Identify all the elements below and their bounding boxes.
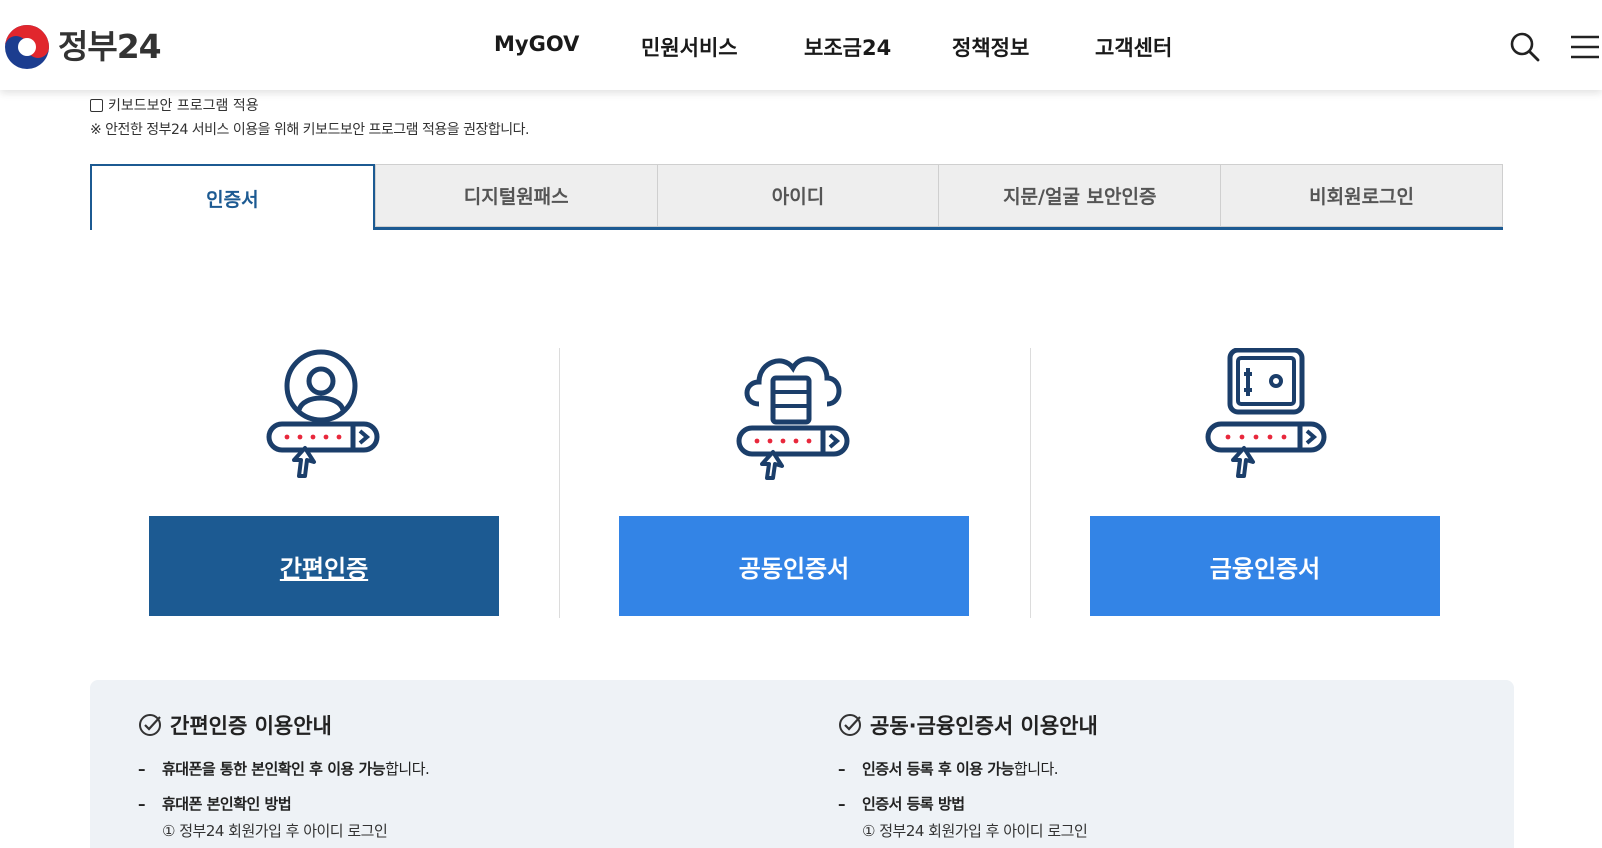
dash-icon: –	[838, 794, 846, 813]
user-login-icon	[266, 349, 380, 478]
joint-cert-button[interactable]: 공동인증서	[619, 516, 969, 616]
cert-cards: 간편인증 공동인증서 금융인증서	[90, 348, 1503, 618]
info-sub-item: ① 정부24 회원가입 후 아이디 로그인	[162, 822, 388, 840]
tab-digital-onepass[interactable]: 디지털원패스	[374, 164, 657, 227]
financial-cert-label: 금융인증서	[1209, 554, 1321, 583]
main-nav: MyGOV 민원서비스 보조금24 정책정보 고객센터	[0, 0, 1602, 90]
info-item-bold: 인증서 등록 후 이용 가능	[862, 760, 1014, 778]
keyboard-security-label: 키보드보안 프로그램 적용	[108, 98, 259, 114]
info-item: – 휴대폰을 통한 본인확인 후 이용 가능 합니다.	[138, 758, 430, 779]
cert-info: 공동·금융인증서 이용안내 – 인증서 등록 후 이용 가능 합니다. – 인증…	[838, 710, 1098, 841]
info-item-bold: 휴대폰 본인확인 방법	[162, 795, 292, 813]
safe-login-icon	[1205, 348, 1327, 478]
nav-subsidy24[interactable]: 보조금24	[804, 32, 891, 62]
simple-auth-card: 간편인증	[90, 348, 560, 618]
cloud-server-login-icon	[736, 356, 850, 480]
usage-info-box: 간편인증 이용안내 – 휴대폰을 통한 본인확인 후 이용 가능 합니다. – …	[90, 680, 1514, 848]
simple-auth-label: 간편인증	[279, 554, 369, 583]
info-item-bold: 휴대폰을 통한 본인확인 후 이용 가능	[162, 760, 386, 778]
info-item: – 인증서 등록 후 이용 가능 합니다.	[838, 758, 1098, 779]
info-item: – 인증서 등록 방법	[838, 793, 1098, 814]
dash-icon: –	[838, 759, 846, 778]
cert-info-title-text: 공동·금융인증서 이용안내	[870, 714, 1098, 738]
financial-cert-button[interactable]: 금융인증서	[1090, 516, 1440, 616]
site-header: 정부24 MyGOV 민원서비스 보조금24 정책정보 고객센터	[0, 0, 1602, 90]
financial-cert-card: 금융인증서	[1031, 348, 1501, 618]
keyboard-security-row: 키보드보안 프로그램 적용	[90, 95, 259, 115]
info-item-bold: 인증서 등록 방법	[862, 795, 965, 813]
keyboard-security-note: ※ 안전한 정부24 서비스 이용을 위해 키보드보안 프로그램 적용을 권장합…	[90, 122, 529, 138]
logo-text: 정부24	[58, 27, 162, 66]
joint-cert-label: 공동인증서	[738, 554, 850, 583]
check-circle-icon	[839, 714, 861, 736]
logo[interactable]: 정부24	[4, 24, 162, 70]
simple-auth-info-title-text: 간편인증 이용안내	[170, 714, 332, 738]
dash-icon: –	[138, 794, 146, 813]
simple-auth-info-title: 간편인증 이용안내	[138, 710, 429, 740]
nav-civil-service[interactable]: 민원서비스	[641, 32, 738, 62]
tab-certificate[interactable]: 인증서	[90, 164, 375, 230]
nav-customer-center[interactable]: 고객센터	[1095, 32, 1172, 62]
info-item: – 휴대폰 본인확인 방법	[138, 793, 429, 814]
dash-icon: –	[138, 759, 146, 778]
info-item-rest: 합니다.	[1013, 760, 1059, 778]
info-item-rest: 합니다.	[385, 760, 430, 778]
tab-biometric[interactable]: 지문/얼굴 보안인증	[938, 164, 1221, 227]
check-circle-icon	[139, 714, 161, 736]
taegeuk-logo-icon	[5, 25, 49, 69]
simple-auth-button[interactable]: 간편인증	[149, 516, 499, 616]
search-icon[interactable]	[1508, 30, 1542, 64]
keyboard-security-checkbox[interactable]	[90, 98, 103, 112]
tab-non-member[interactable]: 비회원로그인	[1220, 164, 1503, 227]
cert-info-title: 공동·금융인증서 이용안내	[838, 710, 1098, 740]
simple-auth-info: 간편인증 이용안내 – 휴대폰을 통한 본인확인 후 이용 가능 합니다. – …	[138, 710, 430, 841]
menu-icon[interactable]	[1568, 30, 1602, 64]
tab-id[interactable]: 아이디	[656, 164, 939, 227]
joint-cert-card: 공동인증서	[560, 348, 1030, 618]
nav-mygov[interactable]: MyGOV	[494, 32, 579, 56]
nav-policy-info[interactable]: 정책정보	[952, 32, 1029, 62]
info-sub-item: ① 정부24 회원가입 후 아이디 로그인	[862, 822, 1088, 840]
login-tabs: 인증서 디지털원패스 아이디 지문/얼굴 보안인증 비회원로그인	[90, 164, 1503, 230]
